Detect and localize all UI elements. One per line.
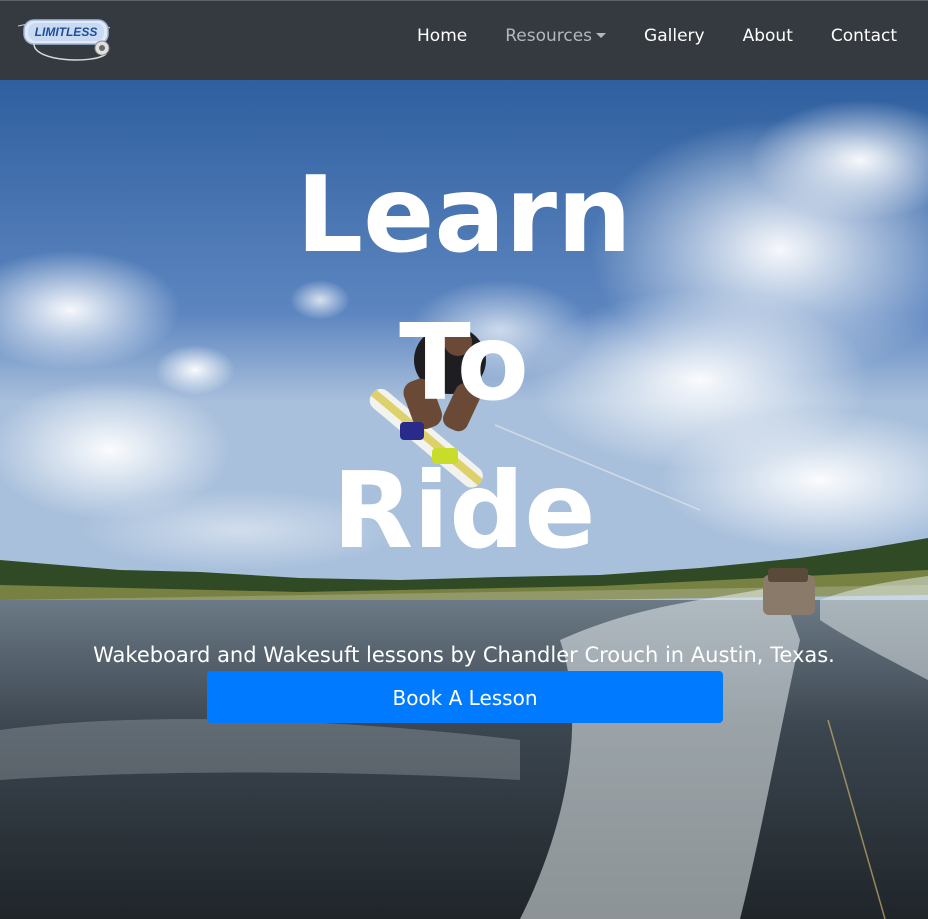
- hero-headline-line-3: Ride: [332, 450, 596, 572]
- nav-home-link[interactable]: Home: [379, 25, 467, 47]
- svg-text:LIMITLESS: LIMITLESS: [35, 25, 98, 39]
- nav-contact-link[interactable]: Contact: [793, 25, 897, 47]
- hero-headline-line-1: Learn: [296, 154, 632, 276]
- book-lesson-button[interactable]: Book A Lesson: [207, 671, 723, 723]
- hero-tagline: Wakeboard and Wakesuft lessons by Chandl…: [93, 643, 835, 667]
- hero-section: Learn To Ride Wakeboard and Wakesuft les…: [0, 80, 928, 919]
- nav-about-link[interactable]: About: [705, 25, 793, 47]
- navbar: LIMITLESS Home Resources Gallery About C…: [0, 0, 928, 80]
- caret-down-icon: [596, 33, 607, 38]
- nav-menu: Home Resources Gallery About Contact: [379, 25, 897, 47]
- nav-resources-dropdown[interactable]: Resources: [467, 25, 607, 47]
- nav-resources-label: Resources: [505, 26, 593, 46]
- nav-gallery-link[interactable]: Gallery: [606, 25, 705, 47]
- hero-headline-line-2: To: [399, 302, 529, 424]
- brand-logo[interactable]: LIMITLESS: [14, 14, 114, 66]
